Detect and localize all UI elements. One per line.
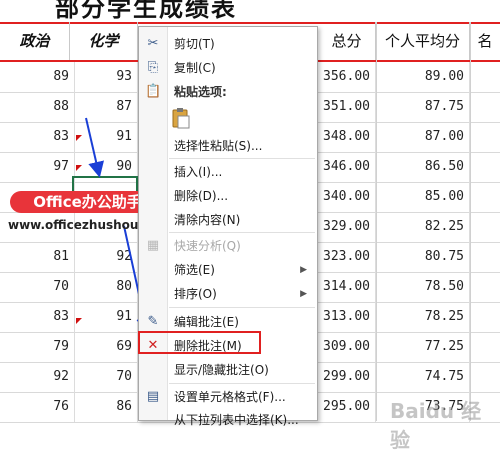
highlight-delete-comment	[138, 331, 261, 354]
menu-item-sort[interactable]: 排序(O) ▶	[139, 282, 317, 306]
context-menu: ✂ 剪切(T) ⎘ 复制(C) 📋 粘贴选项: 选择性粘贴(S)... 插入(I…	[138, 26, 318, 427]
submenu-arrow-icon: ▶	[300, 289, 307, 299]
menu-item-paste-special[interactable]: 选择性粘贴(S)...	[139, 134, 317, 158]
submenu-arrow-icon: ▶	[300, 265, 307, 275]
menu-section-paste-options: 📋 粘贴选项:	[145, 84, 227, 99]
menu-item-pick-from-list[interactable]: 从下拉列表中选择(K)...	[139, 408, 317, 432]
menu-item-copy[interactable]: ⎘ 复制(C)	[139, 56, 317, 80]
menu-separator	[169, 307, 315, 308]
menu-item-format-cells[interactable]: ▤ 设置单元格格式(F)...	[139, 385, 317, 409]
menu-item-quick-analysis: ▦ 快速分析(Q)	[146, 238, 241, 253]
quick-analysis-icon: ▦	[146, 238, 160, 253]
menu-item-delete[interactable]: 删除(D)...	[139, 184, 317, 208]
clipboard-icon: 📋	[145, 84, 162, 99]
menu-item-clear-contents[interactable]: 清除内容(N)	[139, 208, 317, 232]
edit-comment-icon: ✎	[147, 314, 159, 329]
menu-separator	[169, 158, 315, 159]
menu-separator	[169, 383, 315, 384]
scissors-icon: ✂	[147, 36, 159, 51]
copy-icon: ⎘	[147, 60, 159, 75]
baidu-watermark: Baidu 经验	[390, 399, 482, 452]
menu-item-filter[interactable]: 筛选(E) ▶	[139, 258, 317, 282]
menu-item-cut[interactable]: ✂ 剪切(T)	[139, 32, 317, 56]
menu-item-show-hide-comment[interactable]: 显示/隐藏批注(O)	[139, 358, 317, 382]
menu-item-insert[interactable]: 插入(I)...	[139, 160, 317, 184]
paste-clipboard-icon[interactable]	[172, 107, 190, 129]
arrow-to-comment	[85, 117, 104, 178]
format-cells-icon: ▤	[146, 389, 160, 404]
menu-separator	[169, 232, 315, 233]
